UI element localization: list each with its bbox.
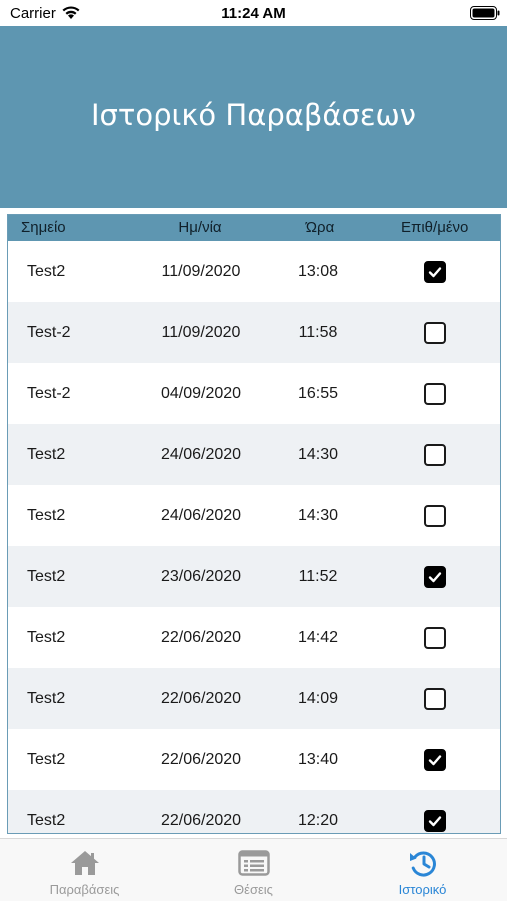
page-title: Ιστορικό Παραβάσεων [90,98,417,132]
battery-icon [470,6,500,20]
cell-point: Test-2 [27,385,71,402]
table-row[interactable]: Test2 23/06/2020 11:52 [8,546,500,607]
cell-point: Test2 [27,263,66,280]
cell-time: 14:09 [297,690,339,707]
cell-date: 24/06/2020 [160,507,242,524]
cell-time: 16:55 [297,385,339,402]
table-row[interactable]: Test2 24/06/2020 14:30 [8,485,500,546]
cell-date: 11/09/2020 [161,263,241,280]
table-row[interactable]: Test2 11/09/2020 13:08 [8,241,500,302]
table-row[interactable]: Test2 24/06/2020 14:30 [8,424,500,485]
confirmed-checkbox[interactable] [424,627,446,649]
cell-date: 22/06/2020 [160,690,242,707]
cell-time: 11:58 [298,324,338,341]
cell-time: 14:42 [297,629,339,646]
tab-label: Θέσεις [234,882,273,897]
status-bar: Carrier 11:24 AM [0,0,507,26]
cell-time: 13:40 [297,751,339,768]
cell-time: 13:08 [297,263,339,280]
history-icon [410,851,436,877]
tab-violations[interactable]: Παραβάσεις [0,839,169,901]
cell-time: 12:20 [297,812,339,829]
confirmed-checkbox[interactable] [424,261,446,283]
cell-date: 24/06/2020 [160,446,242,463]
confirmed-checkbox[interactable] [424,749,446,771]
cell-date: 22/06/2020 [160,751,242,768]
tab-label: Ιστορικό [398,882,447,897]
table-row[interactable]: Test2 22/06/2020 12:20 [8,790,500,833]
violations-table[interactable]: Σημείο Ημ/νία Ώρα Επιθ/μένο Test2 11/09/2… [7,214,501,834]
home-icon [71,851,99,875]
confirmed-checkbox[interactable] [424,688,446,710]
confirmed-checkbox[interactable] [424,810,446,832]
cell-point: Test2 [27,629,66,646]
status-time: 11:24 AM [221,5,286,22]
column-header-time: Ώρα [305,219,335,236]
cell-point: Test2 [27,812,66,829]
tab-history[interactable]: Ιστορικό [338,839,507,901]
cell-time: 14:30 [297,507,339,524]
checkmark-icon [428,816,442,827]
list-icon [238,850,270,876]
cell-point: Test-2 [27,324,71,341]
table-row[interactable]: Test-2 04/09/2020 16:55 [8,363,500,424]
confirmed-checkbox[interactable] [424,383,446,405]
confirmed-checkbox[interactable] [424,505,446,527]
cell-date: 22/06/2020 [160,629,242,646]
table-rows: Test2 11/09/2020 13:08 Test-2 11/09/2020 11:5… [8,241,500,833]
checkmark-icon [428,755,442,766]
cell-date: 11/09/2020 [161,324,241,341]
cell-time: 11:52 [298,568,338,585]
tab-locations[interactable]: Θέσεις [169,839,338,901]
confirmed-checkbox[interactable] [424,444,446,466]
tab-label: Παραβάσεις [49,882,120,897]
confirmed-checkbox[interactable] [424,322,446,344]
table-row[interactable]: Test2 22/06/2020 14:42 [8,607,500,668]
confirmed-checkbox[interactable] [424,566,446,588]
cell-date: 23/06/2020 [160,568,242,585]
cell-point: Test2 [27,568,66,585]
table-row[interactable]: Test2 22/06/2020 14:09 [8,668,500,729]
table-row[interactable]: Test2 22/06/2020 13:40 [8,729,500,790]
table-row[interactable]: Test-2 11/09/2020 11:58 [8,302,500,363]
cell-point: Test2 [27,507,66,524]
table-header: Σημείο Ημ/νία Ώρα Επιθ/μένο [8,215,500,241]
cell-point: Test2 [27,446,66,463]
tab-bar: Παραβάσεις Θέσεις Ιστορικό [0,838,507,901]
page-header: Ιστορικό Παραβάσεων [0,26,507,208]
column-header-confirmed: Επιθ/μένο [401,219,469,236]
cell-point: Test2 [27,690,66,707]
checkmark-icon [428,572,442,583]
cell-time: 14:30 [297,446,339,463]
checkmark-icon [428,267,442,278]
cell-date: 22/06/2020 [160,812,242,829]
cell-point: Test2 [27,751,66,768]
cell-date: 04/09/2020 [160,385,242,402]
